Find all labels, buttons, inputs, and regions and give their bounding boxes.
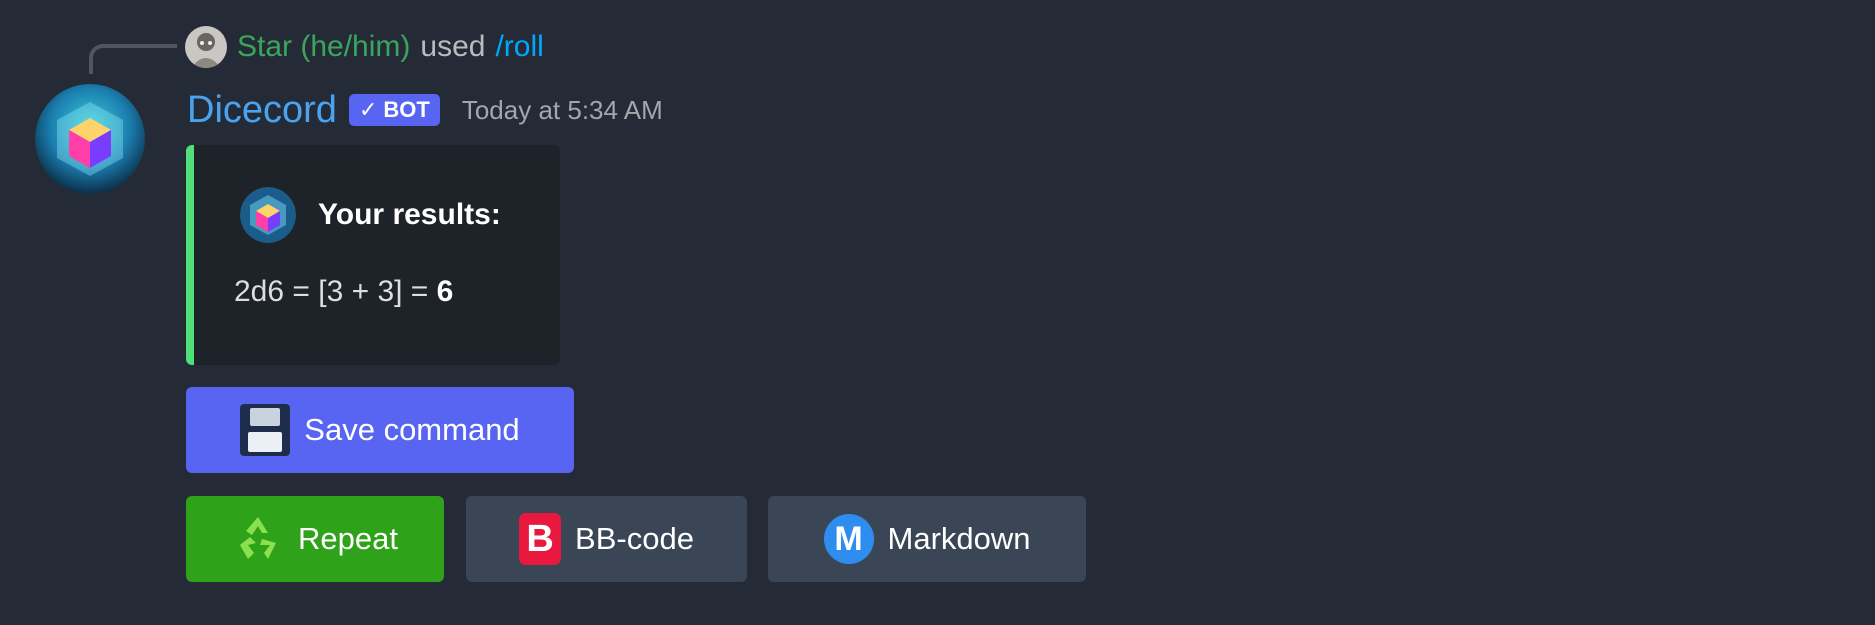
markdown-button[interactable]: M Markdown: [768, 496, 1086, 582]
embed-title: Your results:: [318, 198, 501, 231]
reply-username[interactable]: Star (he/him): [237, 30, 410, 64]
save-command-label: Save command: [304, 412, 520, 447]
markdown-icon: M: [823, 514, 874, 564]
verified-check-icon: ✓: [358, 97, 378, 122]
roll-result: 2d6 = [3 + 3] = 6: [234, 275, 453, 309]
dice-icon: [240, 187, 296, 243]
recycle-icon: [232, 513, 284, 565]
bbcode-icon: B: [519, 513, 562, 565]
repeat-button[interactable]: Repeat: [186, 496, 444, 582]
bbcode-button[interactable]: B BB-code: [466, 496, 747, 582]
roll-total: 6: [436, 275, 454, 308]
reply-used-text: used: [420, 30, 486, 63]
save-command-button[interactable]: Save command: [186, 387, 574, 473]
results-embed: Your results: 2d6 = [3 + 3] = 6: [186, 145, 560, 365]
bot-badge: ✓ BOT: [348, 94, 440, 126]
reply-user-avatar[interactable]: [185, 26, 227, 68]
message-timestamp[interactable]: Today at 5:34 AM: [462, 95, 663, 126]
reply-command[interactable]: /roll: [495, 30, 543, 64]
repeat-label: Repeat: [298, 521, 398, 556]
floppy-disk-icon: [240, 404, 291, 456]
markdown-label: Markdown: [887, 521, 1031, 556]
bbcode-label: BB-code: [575, 521, 694, 556]
message-header: Dicecord ✓ BOT Today at 5:34 AM: [187, 84, 663, 136]
bot-avatar[interactable]: [35, 84, 145, 194]
bot-badge-label: BOT: [383, 97, 430, 122]
embed-author: Your results:: [240, 187, 501, 243]
reply-context[interactable]: Star (he/him) used /roll: [185, 24, 544, 70]
bot-username[interactable]: Dicecord: [187, 89, 337, 132]
reply-connector-line: [89, 44, 177, 74]
roll-expression: 2d6 = [3 + 3] =: [234, 275, 437, 308]
